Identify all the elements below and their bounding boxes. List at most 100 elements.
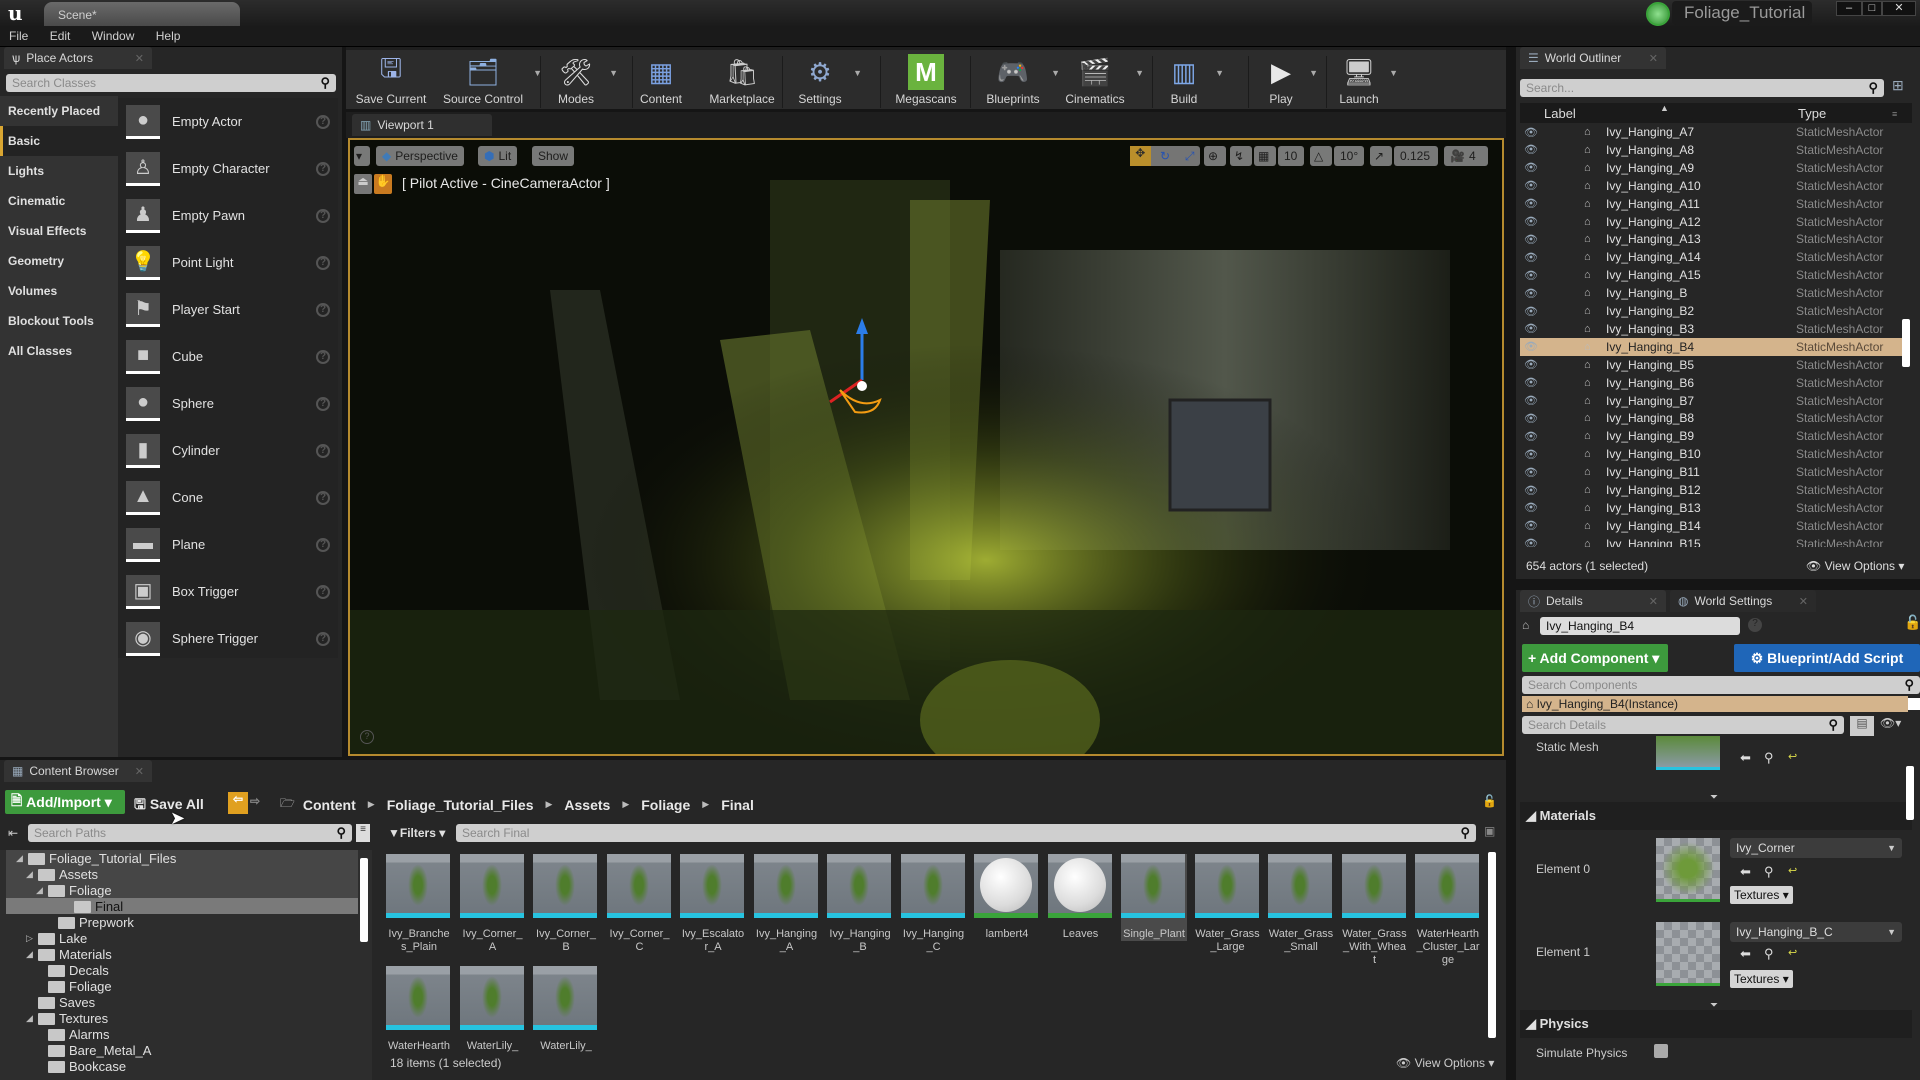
outliner-row[interactable]: 👁 ⌂ Ivy_Hanging_A9 StaticMeshActor xyxy=(1520,159,1910,177)
reset-icon[interactable]: ↩ xyxy=(1788,750,1797,763)
asset-grid-scrollbar[interactable] xyxy=(1488,852,1496,1038)
visibility-eye-icon[interactable]: 👁 xyxy=(1524,466,1538,479)
world-local-toggle[interactable]: ⊕ xyxy=(1204,146,1226,166)
actor-item[interactable]: ● Sphere ? xyxy=(118,380,338,427)
search-classes-input[interactable]: Search Classes ⚲ xyxy=(6,74,336,92)
outliner-row[interactable]: 👁 ⌂ Ivy_Hanging_B6 StaticMeshActor xyxy=(1520,374,1910,392)
chevron-down-icon[interactable]: ▼ xyxy=(1215,68,1224,78)
asset-tile[interactable]: Ivy_Corner_C xyxy=(606,854,673,954)
category-visual-effects[interactable]: Visual Effects xyxy=(0,216,118,246)
type-column-header[interactable]: Type xyxy=(1798,106,1826,121)
visibility-eye-icon[interactable]: 👁 xyxy=(1524,143,1538,156)
menu-edit[interactable]: Edit xyxy=(41,26,80,43)
visibility-eye-icon[interactable]: 👁 xyxy=(1524,394,1538,407)
outliner-row[interactable]: 👁 ⌂ Ivy_Hanging_A12 StaticMeshActor xyxy=(1520,213,1910,231)
chevron-down-icon[interactable]: ▼ xyxy=(1309,68,1318,78)
toolbar-marketplace-button[interactable]: 🛍 Marketplace xyxy=(702,54,782,107)
close-tab-icon[interactable]: ✕ xyxy=(1649,595,1658,608)
outliner-row[interactable]: 👁 ⌂ Ivy_Hanging_A13 StaticMeshActor xyxy=(1520,230,1910,248)
folder-tree-item[interactable]: ◢ Materials xyxy=(26,946,112,962)
details-tab[interactable]: ⓘ Details ✕ xyxy=(1520,590,1666,612)
toggle-sources-icon[interactable]: ⇤ xyxy=(8,826,18,840)
asset-view-options-icon[interactable]: ▣ xyxy=(1484,824,1495,838)
chevron-down-icon[interactable]: ▼ xyxy=(609,68,618,78)
outliner-row[interactable]: 👁 ⌂ Ivy_Hanging_B2 StaticMeshActor xyxy=(1520,302,1910,320)
folder-tree-item[interactable]: ◢ Assets xyxy=(26,866,98,882)
help-icon[interactable]: ? xyxy=(316,631,330,646)
folder-tree-item[interactable]: ◢ Foliage_Tutorial_Files xyxy=(16,850,176,866)
visibility-eye-icon[interactable]: 👁 xyxy=(1524,519,1538,532)
visibility-eye-icon[interactable]: 👁 xyxy=(1524,448,1538,461)
toolbar-megascans-button[interactable]: M Megascans xyxy=(886,54,966,106)
outliner-row[interactable]: 👁 ⌂ Ivy_Hanging_B4 StaticMeshActor xyxy=(1520,337,1910,356)
component-instance-row[interactable]: ⌂ Ivy_Hanging_B4(Instance) xyxy=(1522,696,1908,712)
outliner-row[interactable]: 👁 ⌂ Ivy_Hanging_A14 StaticMeshActor xyxy=(1520,248,1910,266)
breadcrumb-separator-icon[interactable]: ▶ xyxy=(545,799,552,810)
help-icon[interactable]: ? xyxy=(316,208,330,223)
asset-tile[interactable]: Water_Grass_With_Wheat xyxy=(1341,854,1408,967)
outliner-row[interactable]: 👁 ⌂ Ivy_Hanging_B9 StaticMeshActor xyxy=(1520,427,1910,445)
toolbar-cinematics-button[interactable]: 🎬 Cinematics ▼ xyxy=(1058,54,1144,107)
materials-section-header[interactable]: ◢ Materials xyxy=(1520,802,1912,830)
visibility-eye-icon[interactable]: 👁 xyxy=(1524,251,1538,264)
visibility-eye-icon[interactable]: 👁 xyxy=(1524,412,1538,425)
expanded-arrow-icon[interactable]: ◢ xyxy=(26,1013,38,1024)
close-tab-icon[interactable]: ✕ xyxy=(135,52,144,65)
breadcrumb-foliage[interactable]: Foliage xyxy=(641,797,690,813)
toolbar-play-button[interactable]: ▶ Play ▼ xyxy=(1256,54,1318,107)
level-tab[interactable]: Scene* xyxy=(44,2,240,26)
outliner-row[interactable]: 👁 ⌂ Ivy_Hanging_B15 StaticMeshActor xyxy=(1520,535,1910,547)
actor-item[interactable]: ⚑ Player Start ? xyxy=(118,286,338,333)
blueprint-add-script-button[interactable]: ⚙ Blueprint/Add Script xyxy=(1734,644,1920,672)
help-icon[interactable]: ? xyxy=(360,730,374,744)
close-button[interactable]: ✕ xyxy=(1882,1,1916,16)
breadcrumb-separator-icon[interactable]: ▶ xyxy=(368,799,375,810)
breadcrumb-content[interactable]: Content xyxy=(303,797,356,813)
search-components-input[interactable]: Search Components ⚲ xyxy=(1522,676,1920,694)
asset-tile[interactable]: lambert4 xyxy=(974,854,1040,941)
visibility-eye-icon[interactable]: 👁 xyxy=(1524,269,1538,282)
scale-icon[interactable]: ⤢ xyxy=(1179,149,1200,164)
viewport-options-dropdown[interactable]: ▾ xyxy=(354,146,370,166)
folder-tree-item[interactable]: Alarms xyxy=(36,1026,109,1042)
toolbar-save-current-button[interactable]: 🖫 Save Current xyxy=(354,53,428,106)
rotate-icon[interactable]: ↻ xyxy=(1155,149,1176,163)
physics-section-header[interactable]: ◢ Physics xyxy=(1520,1010,1912,1038)
close-tab-icon[interactable]: ✕ xyxy=(1649,52,1658,65)
label-column-header[interactable]: Label xyxy=(1544,106,1576,121)
outliner-row[interactable]: 👁 ⌂ Ivy_Hanging_B5 StaticMeshActor xyxy=(1520,356,1910,374)
actor-item[interactable]: ▮ Cylinder ? xyxy=(118,427,338,474)
breadcrumb-separator-icon[interactable]: ▶ xyxy=(702,799,709,810)
toolbar-content-button[interactable]: ▦ Content xyxy=(636,54,686,107)
asset-tile[interactable]: WaterHearth_Cluster_Large xyxy=(1415,854,1481,967)
chevron-down-icon[interactable]: ▼ xyxy=(1389,68,1398,78)
category-geometry[interactable]: Geometry xyxy=(0,246,118,276)
outliner-row[interactable]: 👁 ⌂ Ivy_Hanging_A15 StaticMeshActor xyxy=(1520,266,1910,284)
expanded-arrow-icon[interactable]: ◢ xyxy=(16,853,28,864)
category-basic[interactable]: Basic xyxy=(0,126,118,156)
visibility-eye-icon[interactable]: 👁 xyxy=(1524,376,1538,389)
menu-window[interactable]: Window xyxy=(83,26,144,43)
material-0-thumbnail[interactable] xyxy=(1656,838,1720,902)
search-assets-input[interactable]: Search Final ⚲ xyxy=(456,824,1476,842)
asset-tile[interactable]: Ivy_Corner_B xyxy=(533,854,599,954)
close-tab-icon[interactable]: ✕ xyxy=(1799,595,1808,608)
breadcrumb-separator-icon[interactable]: ▶ xyxy=(622,799,629,810)
toolbar-modes-button[interactable]: 🛠 Modes ▼ xyxy=(546,54,618,107)
toolbar-blueprints-button[interactable]: 🎮 Blueprints ▼ xyxy=(978,54,1060,107)
category-volumes[interactable]: Volumes xyxy=(0,276,118,306)
actor-item[interactable]: ♙ Empty Character ? xyxy=(118,145,338,192)
search-details-input[interactable]: Search Details ⚲ xyxy=(1522,716,1844,734)
visibility-eye-icon[interactable]: 👁 xyxy=(1524,215,1538,228)
visibility-eye-icon[interactable]: 👁 xyxy=(1524,179,1538,192)
toolbar-settings-button[interactable]: ⚙ Settings ▼ xyxy=(790,54,862,107)
details-scrollbar[interactable] xyxy=(1906,766,1914,820)
forward-button[interactable]: ⇨ xyxy=(250,794,260,808)
asset-tile[interactable]: Ivy_Hanging_A xyxy=(753,854,820,954)
asset-tile[interactable]: Single_Plant xyxy=(1121,854,1187,941)
static-mesh-thumbnail[interactable] xyxy=(1656,736,1720,770)
help-icon[interactable]: ? xyxy=(316,161,330,176)
folder-tree-item[interactable]: Prepwork xyxy=(46,914,134,930)
visibility-eye-icon[interactable]: 👁 xyxy=(1524,430,1538,443)
visibility-eye-icon[interactable]: 👁 xyxy=(1524,501,1538,514)
